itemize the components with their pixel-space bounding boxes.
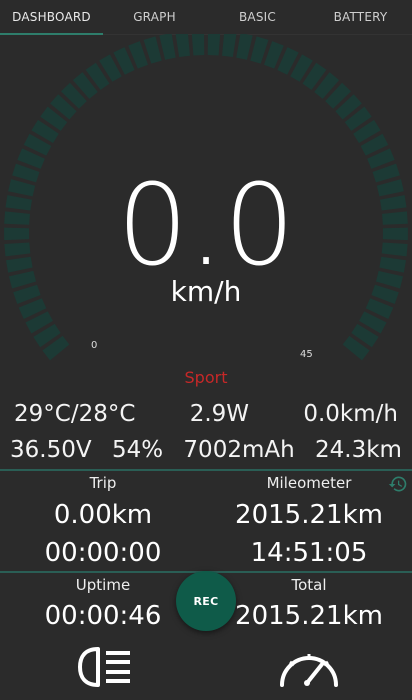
gauge-segment — [143, 36, 162, 64]
speed-alt-value: 0.0km/h — [303, 401, 398, 427]
trip-distance-cell: 0.00km — [0, 500, 206, 530]
clock-value: 14:51:05 — [250, 538, 368, 568]
gauge-segment — [222, 34, 237, 58]
capacity-value: 7002mAh — [183, 437, 295, 463]
mileometer-block: Mileometer — [206, 474, 412, 492]
tab-battery[interactable]: BATTERY — [309, 0, 412, 34]
gauge-scale-min: 0 — [91, 340, 98, 351]
total-cell: 2015.21km — [206, 601, 412, 631]
clock-cell: 14:51:05 — [206, 538, 412, 568]
gauge-segment — [159, 34, 176, 60]
power-value: 2.9W — [189, 401, 250, 427]
total-value: 2015.21km — [235, 601, 383, 631]
battery-percent: 54% — [111, 437, 164, 463]
gauge-scale-max: 45 — [300, 349, 313, 360]
trip-label: Trip — [89, 474, 117, 492]
speed-unit: km/h — [170, 275, 242, 308]
voltage-value: 36.50V — [10, 437, 92, 463]
temperature-value: 29°C/28°C — [14, 401, 136, 427]
trip-time: 00:00:00 — [44, 538, 162, 568]
total-label: Total — [291, 576, 327, 594]
stats-row-1: 29°C/28°C 2.9W 0.0km/h — [0, 401, 412, 427]
gauge-segment — [191, 34, 205, 56]
speedometer-icon[interactable] — [276, 645, 342, 689]
trip-time-cell: 00:00:00 — [0, 538, 206, 568]
headlight-icon[interactable] — [76, 645, 134, 689]
tab-dashboard[interactable]: DASHBOARD — [0, 0, 103, 35]
ride-mode[interactable]: Sport — [0, 368, 412, 387]
mileometer-label: Mileometer — [266, 474, 352, 492]
divider-top — [0, 469, 412, 471]
speed-readout: 0.0 — [116, 161, 296, 291]
stats-row-2: 36.50V 54% 7002mAh 24.3km — [0, 437, 412, 463]
rec-label: REC — [193, 594, 219, 608]
gauge-segment — [250, 36, 269, 64]
mileometer-value: 2015.21km — [235, 500, 383, 530]
uptime-value: 00:00:46 — [44, 601, 162, 631]
trip-block: Trip — [0, 474, 206, 492]
rec-button[interactable]: REC — [176, 571, 236, 631]
uptime-label: Uptime — [75, 576, 131, 594]
tab-graph[interactable]: GRAPH — [103, 0, 206, 34]
tab-basic[interactable]: BASIC — [206, 0, 309, 34]
range-value: 24.3km — [315, 437, 402, 463]
gauge-segment — [207, 34, 221, 56]
total-block: Total — [206, 576, 412, 594]
gauge-segment — [175, 34, 190, 58]
tab-bar: DASHBOARD GRAPH BASIC BATTERY — [0, 0, 412, 35]
mileometer-cell: 2015.21km — [206, 500, 412, 530]
gauge-segment — [236, 34, 253, 60]
trip-distance: 0.00km — [53, 500, 153, 530]
uptime-block: Uptime — [0, 576, 206, 594]
uptime-cell: 00:00:46 — [0, 601, 206, 631]
history-icon[interactable] — [388, 474, 408, 494]
